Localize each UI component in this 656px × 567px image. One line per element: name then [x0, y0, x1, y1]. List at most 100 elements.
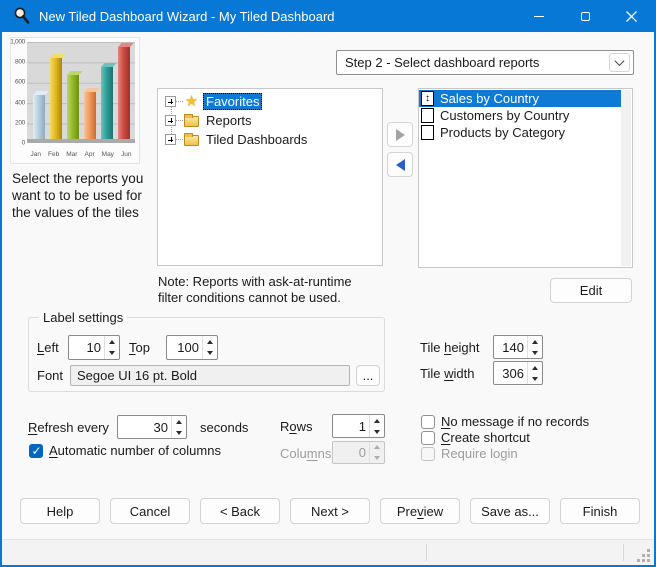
chart-bar — [101, 67, 113, 139]
edit-button[interactable]: Edit — [550, 278, 632, 303]
folder-icon — [184, 116, 199, 127]
dashboard-preview-image: 1,0008006004002000 JanFebMarAprMayJun — [10, 37, 140, 164]
tree-item-label: Tiled Dashboards — [203, 131, 310, 148]
create-shortcut-checkbox[interactable]: Create shortcut — [421, 430, 530, 445]
report-row[interactable]: ↕ Sales by Country — [419, 90, 621, 107]
rows-spinner[interactable]: 1 — [332, 414, 385, 438]
status-divider — [426, 544, 427, 561]
checkbox-icon — [421, 431, 435, 445]
arrow-left-icon — [396, 159, 405, 171]
next-button[interactable]: Next > — [290, 498, 370, 524]
resize-grip[interactable] — [636, 548, 650, 562]
font-browse-button[interactable]: ... — [356, 365, 380, 386]
arrow-up-icon — [374, 419, 380, 423]
top-label: Top — [129, 340, 150, 355]
left-spinner[interactable]: 10 — [68, 335, 120, 360]
title-bar: New Tiled Dashboard Wizard - My Tiled Da… — [0, 0, 656, 32]
window-border — [0, 0, 2, 567]
expand-plus-icon[interactable] — [165, 96, 176, 107]
top-spinner[interactable]: 100 — [166, 335, 218, 360]
magnifier-icon — [13, 7, 31, 25]
chart-y-axis: 1,0008006004002000 — [11, 42, 26, 143]
font-field: Segoe UI 16 pt. Bold — [70, 365, 350, 386]
spin-up-button[interactable] — [528, 336, 542, 347]
tree-item-tiled-dashboards[interactable]: Tiled Dashboards — [158, 130, 382, 149]
font-label: Font — [37, 368, 63, 383]
arrow-down-icon — [374, 456, 380, 460]
row-box-icon — [421, 125, 434, 140]
minimize-button[interactable] — [516, 0, 562, 32]
arrow-down-icon — [207, 351, 213, 355]
require-login-checkbox: Require login — [421, 446, 518, 461]
columns-label: Columns — [280, 446, 331, 461]
window-title: New Tiled Dashboard Wizard - My Tiled Da… — [39, 9, 335, 24]
arrow-up-icon — [532, 366, 538, 370]
row-box-icon — [421, 108, 434, 123]
spin-down-button[interactable] — [370, 426, 384, 437]
remove-report-button[interactable] — [387, 152, 413, 177]
spin-down-button[interactable] — [172, 427, 186, 438]
status-divider — [623, 544, 624, 561]
report-label: Customers by Country — [440, 108, 569, 123]
report-label: Sales by Country — [440, 91, 539, 106]
arrow-up-icon — [374, 445, 380, 449]
reports-tree: ★ Favorites Reports Tiled Dashboards — [157, 88, 383, 266]
spin-down-button[interactable] — [528, 373, 542, 384]
tree-item-favorites[interactable]: ★ Favorites — [158, 92, 382, 111]
maximize-button[interactable] — [562, 0, 608, 32]
spin-down-button[interactable] — [105, 348, 119, 360]
auto-columns-checkbox[interactable]: Automatic number of columns — [29, 443, 221, 458]
finish-button[interactable]: Finish — [560, 498, 640, 524]
checkbox-icon — [421, 415, 435, 429]
spin-up-button[interactable] — [528, 362, 542, 373]
save-as-button[interactable]: Save as... — [470, 498, 550, 524]
preview-button[interactable]: Preview — [380, 498, 460, 524]
chart-bar — [67, 75, 79, 139]
expand-plus-icon[interactable] — [165, 115, 176, 126]
report-row[interactable]: Products by Category — [419, 124, 621, 141]
rows-label: Rows — [280, 419, 313, 434]
spin-down-button[interactable] — [203, 348, 217, 360]
arrow-down-icon — [374, 430, 380, 434]
report-row[interactable]: Customers by Country — [419, 107, 621, 124]
checkbox-label: Require login — [441, 446, 518, 461]
spin-up-button[interactable] — [172, 416, 186, 427]
checkbox-icon — [29, 444, 43, 458]
dialog-window: New Tiled Dashboard Wizard - My Tiled Da… — [0, 0, 656, 567]
spin-up-button[interactable] — [105, 336, 119, 348]
spin-up-button[interactable] — [370, 415, 384, 426]
chart-bar — [50, 58, 62, 139]
selected-reports-list: ↕ Sales by Country Customers by Country … — [418, 88, 633, 268]
refresh-spinner[interactable]: 30 — [117, 415, 187, 439]
help-button[interactable]: Help — [20, 498, 100, 524]
chart-bar — [118, 47, 130, 139]
checkbox-label: No message if no records — [441, 414, 589, 429]
status-bar — [2, 539, 654, 565]
tree-item-reports[interactable]: Reports — [158, 111, 382, 130]
chart-bar — [33, 95, 45, 139]
intro-text: Select the reports you want to to be use… — [12, 170, 154, 221]
spin-down-button — [370, 453, 384, 464]
checkbox-icon — [421, 447, 435, 461]
columns-spinner: 0 — [332, 441, 385, 464]
spin-down-button[interactable] — [528, 347, 542, 358]
note-text: Note: Reports with ask-at-runtime filter… — [158, 274, 408, 306]
tile-height-spinner[interactable]: 140 — [493, 335, 543, 359]
no-message-checkbox[interactable]: No message if no records — [421, 414, 589, 429]
cancel-button[interactable]: Cancel — [110, 498, 190, 524]
arrow-up-icon — [176, 420, 182, 424]
tile-width-spinner[interactable]: 306 — [493, 361, 543, 385]
expand-plus-icon[interactable] — [165, 134, 176, 145]
back-button[interactable]: < Back — [200, 498, 280, 524]
tile-height-label: Tile height — [420, 340, 480, 355]
list-scrollbar[interactable] — [621, 90, 631, 266]
spin-up-button[interactable] — [203, 336, 217, 348]
close-button[interactable] — [608, 0, 654, 32]
arrow-down-icon — [176, 431, 182, 435]
add-report-button[interactable] — [387, 122, 413, 147]
chart-x-axis: JanFebMarAprMayJun — [27, 151, 135, 158]
reorder-handle-icon[interactable]: ↕ — [421, 91, 434, 106]
checkbox-label: Create shortcut — [441, 430, 530, 445]
step-selector[interactable]: Step 2 - Select dashboard reports — [336, 50, 634, 75]
left-label: Left — [37, 340, 59, 355]
